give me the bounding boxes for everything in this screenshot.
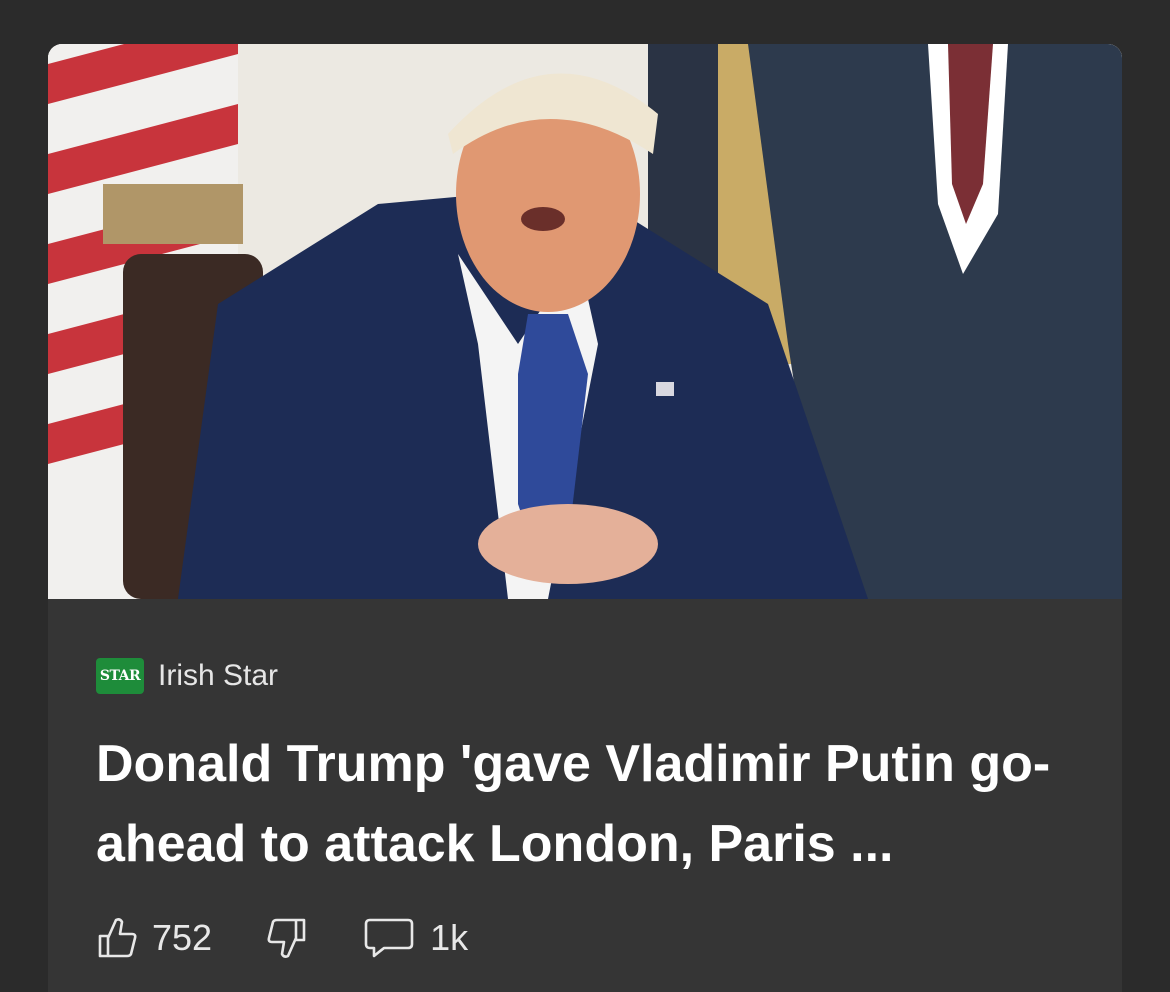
comment-button[interactable]: 1k (364, 916, 468, 960)
source-name: Irish Star (158, 659, 279, 692)
source-row[interactable]: STAR Irish Star (96, 650, 278, 702)
dislike-button[interactable] (266, 916, 308, 960)
like-count: 752 (152, 917, 213, 958)
irish-star-logo-icon: STAR (96, 658, 144, 694)
news-card[interactable]: STAR Irish Star Donald Trump 'gave Vladi… (48, 44, 1122, 992)
article-image[interactable] (48, 44, 1122, 599)
comment-count: 1k (430, 917, 469, 958)
like-button[interactable]: 752 (96, 916, 212, 960)
article-headline[interactable]: Donald Trump 'gave Vladimir Putin go-ahe… (96, 724, 1086, 884)
thumbs-up-icon (98, 918, 137, 958)
comment-icon (364, 918, 414, 958)
reactions-bar: 752 1k (96, 914, 468, 962)
thumbs-down-icon (267, 918, 306, 958)
article-photo (48, 44, 1122, 599)
